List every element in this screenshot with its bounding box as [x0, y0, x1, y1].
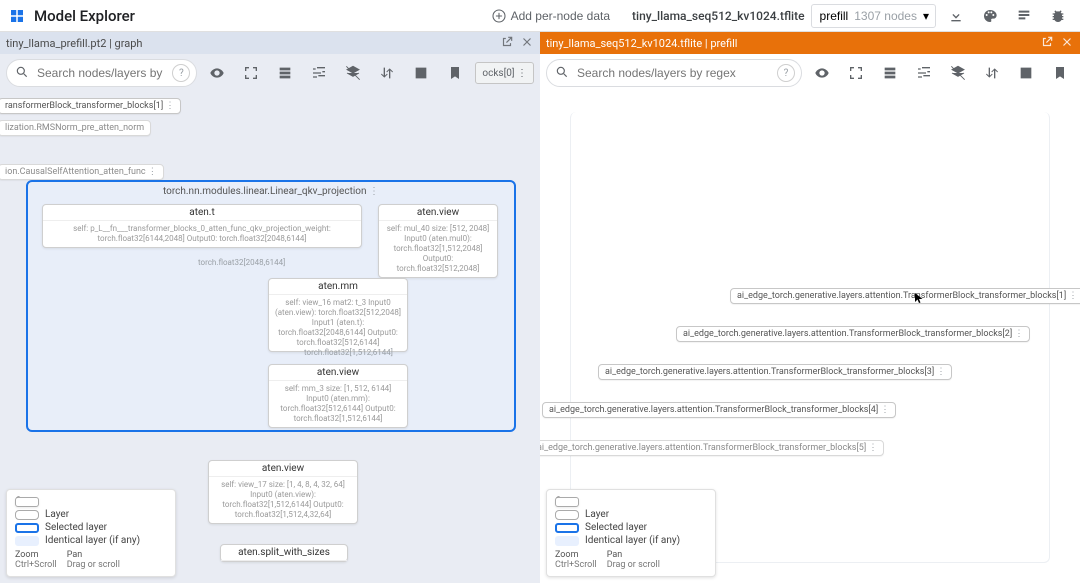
download-icon[interactable] [942, 2, 970, 30]
sort-icon[interactable] [373, 59, 401, 87]
tune-icon[interactable] [910, 59, 938, 87]
blocks-breadcrumb-chip[interactable]: ocks[0] ⋮ [475, 62, 534, 84]
fit-icon[interactable] [237, 59, 265, 87]
right-tab-header: tiny_llama_seq512_kv1024.tflite | prefil… [540, 32, 1080, 54]
sort-icon[interactable] [978, 59, 1006, 87]
block-1[interactable]: ai_edge_torch.generative.layers.attentio… [730, 288, 1080, 304]
help-icon[interactable]: ? [777, 64, 795, 82]
chevron-down-icon: ▾ [923, 9, 929, 23]
logo-icon [8, 7, 26, 25]
bookmark-icon[interactable] [441, 59, 469, 87]
block-5[interactable]: ai_edge_torch.generative.layers.attentio… [540, 440, 884, 456]
model-name: tiny_llama_seq512_kv1024.tflite [632, 9, 805, 23]
layers-off-icon[interactable] [944, 59, 972, 87]
chip-transformer-block[interactable]: ransformerBlock_transformer_blocks[1] [0, 98, 181, 114]
collapse-icon[interactable] [271, 59, 299, 87]
edge-label-mm: torch.float32[1,512,6144] [304, 348, 393, 357]
search-field[interactable]: ? [6, 59, 197, 87]
image-icon[interactable] [1012, 59, 1040, 87]
app-title: Model Explorer [34, 7, 135, 25]
block-3[interactable]: ai_edge_torch.generative.layers.attentio… [598, 364, 952, 380]
selected-linear-qkv[interactable]: torch.nn.modules.linear.Linear_qkv_proje… [26, 180, 516, 432]
palette-icon[interactable] [976, 2, 1004, 30]
selected-group-title: torch.nn.modules.linear.Linear_qkv_proje… [28, 186, 514, 197]
mouse-cursor-icon [913, 292, 925, 310]
chip-rmsnorm[interactable]: lization.RMSNorm_pre_atten_norm [0, 120, 151, 136]
chip-causal-attn[interactable]: ion.CausalSelfAttention_atten_func [0, 164, 164, 180]
visibility-icon[interactable] [808, 59, 836, 87]
visibility-icon[interactable] [203, 59, 231, 87]
tune-icon[interactable] [305, 59, 333, 87]
legend: Op Layer Selected layer Identical layer … [546, 489, 716, 577]
dropdown-label: prefill [820, 9, 849, 23]
search-icon [555, 65, 569, 82]
search-icon [15, 65, 29, 82]
op-aten-view-in[interactable]: aten.view self: mul_40 size: [512, 2048]… [378, 204, 498, 278]
close-icon[interactable] [520, 35, 534, 52]
op-aten-split[interactable]: aten.split_with_sizes [220, 544, 348, 562]
legend: Op Layer Selected layer Identical layer … [6, 489, 176, 577]
close-icon[interactable] [1060, 35, 1074, 52]
right-toolbar: ? [540, 54, 1080, 92]
left-toolbar: ? ocks[0] ⋮ [0, 54, 540, 92]
search-field[interactable]: ? [546, 59, 802, 87]
image-icon[interactable] [407, 59, 435, 87]
right-canvas[interactable]: ai_edge_torch.generative.layers.attentio… [540, 92, 1080, 583]
left-tab-header: tiny_llama_prefill.pt2 | graph [0, 32, 540, 54]
notes-icon[interactable] [1010, 2, 1038, 30]
search-input[interactable] [35, 65, 166, 81]
search-input[interactable] [575, 65, 771, 81]
add-per-node-button[interactable]: Add per-node data [483, 4, 618, 28]
op-aten-view-out[interactable]: aten.view self: mm_3 size: [1, 512, 6144… [268, 364, 408, 428]
open-in-new-icon[interactable] [500, 35, 514, 52]
appbar: Model Explorer Add per-node data tiny_ll… [0, 0, 1080, 32]
fit-icon[interactable] [842, 59, 870, 87]
open-in-new-icon[interactable] [1040, 35, 1054, 52]
left-tab-title: tiny_llama_prefill.pt2 | graph [6, 37, 142, 50]
layers-off-icon[interactable] [339, 59, 367, 87]
right-tab-title: tiny_llama_seq512_kv1024.tflite | prefil… [546, 37, 737, 50]
right-pane: tiny_llama_seq512_kv1024.tflite | prefil… [540, 32, 1080, 583]
block-4[interactable]: ai_edge_torch.generative.layers.attentio… [542, 402, 896, 418]
block-2[interactable]: ai_edge_torch.generative.layers.attentio… [676, 326, 1030, 342]
graph-select-dropdown[interactable]: prefill 1307 nodes ▾ [811, 4, 936, 28]
op-aten-t[interactable]: aten.t self: p_L__fn___transformer_block… [42, 204, 362, 248]
op-aten-mm[interactable]: aten.mm self: view_16 mat2: t_3 Input0 (… [268, 278, 408, 352]
op-aten-view-post[interactable]: aten.view self: view_17 size: [1, 4, 8, … [208, 460, 358, 524]
panes: tiny_llama_prefill.pt2 | graph ? [0, 32, 1080, 583]
left-canvas[interactable]: ransformerBlock_transformer_blocks[1] li… [0, 92, 540, 583]
bookmark-icon[interactable] [1046, 59, 1074, 87]
edge-label-t: torch.float32[2048,6144] [198, 258, 285, 267]
left-pane: tiny_llama_prefill.pt2 | graph ? [0, 32, 540, 583]
add-per-node-label: Add per-node data [511, 9, 610, 23]
help-icon[interactable]: ? [172, 64, 190, 82]
bug-icon[interactable] [1044, 2, 1072, 30]
dropdown-node-count: 1307 nodes [854, 9, 917, 23]
collapse-icon[interactable] [876, 59, 904, 87]
